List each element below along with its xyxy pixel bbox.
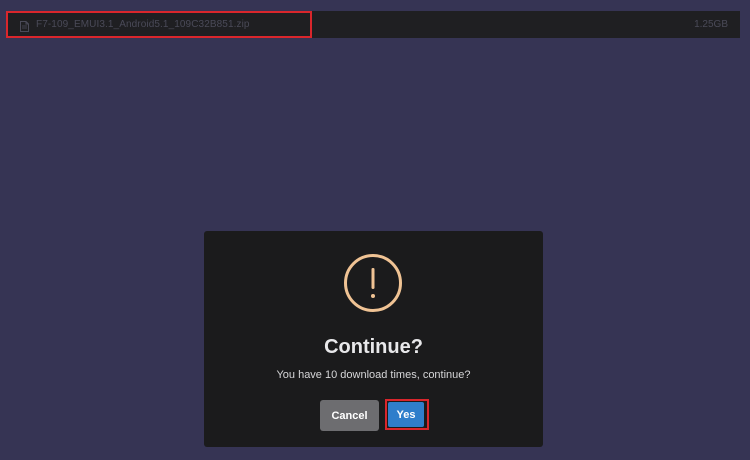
file-name-highlight[interactable]: F7-109_EMUI3.1_Android5.1_109C32B851.zip	[6, 11, 312, 38]
confirm-dialog: Continue? You have 10 download times, co…	[204, 231, 543, 447]
file-icon	[20, 19, 29, 32]
yes-button[interactable]: Yes	[388, 402, 424, 427]
file-name-link[interactable]: F7-109_EMUI3.1_Android5.1_109C32B851.zip	[36, 19, 250, 30]
dialog-title: Continue?	[324, 336, 423, 358]
dialog-message: You have 10 download times, continue?	[276, 369, 471, 381]
page: F7-109_EMUI3.1_Android5.1_109C32B851.zip…	[0, 0, 750, 460]
yes-button-highlight: Yes	[385, 399, 429, 430]
warning-exclamation-icon	[344, 254, 402, 312]
file-row[interactable]: F7-109_EMUI3.1_Android5.1_109C32B851.zip…	[6, 11, 740, 38]
cancel-button[interactable]: Cancel	[320, 400, 379, 431]
file-size: 1.25GB	[694, 19, 728, 30]
